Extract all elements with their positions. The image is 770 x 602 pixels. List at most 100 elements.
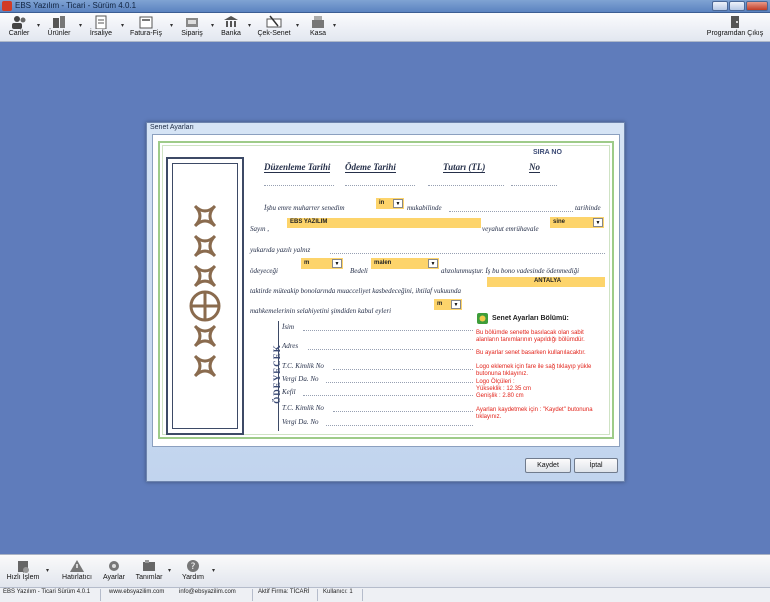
no-field[interactable] bbox=[511, 185, 557, 186]
toolbar-siparis[interactable]: Sipariş bbox=[177, 15, 207, 41]
close-button[interactable] bbox=[746, 1, 768, 11]
chevron-down-icon[interactable]: ▾ bbox=[333, 22, 336, 29]
order-icon bbox=[186, 18, 198, 27]
duzenleme-tarihi-field[interactable] bbox=[264, 185, 334, 186]
line2-prefix: Sayın , bbox=[250, 225, 270, 233]
vergi-da-label: Vergi Da. No bbox=[282, 375, 319, 383]
svg-text:?: ? bbox=[191, 562, 196, 572]
duzenleme-tarihi-header: Düzenleme Tarihi bbox=[264, 162, 331, 173]
toolbar-kasa[interactable]: Kasa bbox=[305, 15, 331, 41]
status-user: Kullanıcı: 1 bbox=[323, 589, 353, 595]
info-text-4a: Logo Ölçüleri : bbox=[476, 379, 515, 385]
status-email[interactable]: info@ebsyazilim.com bbox=[176, 589, 236, 595]
cash-register-icon bbox=[312, 16, 324, 28]
status-version: EBS Yazılım - Ticari Sürüm 4.0.1 bbox=[3, 589, 91, 595]
chevron-down-icon[interactable]: ▾ bbox=[79, 22, 82, 29]
status-bar: EBS Yazılım - Ticari Sürüm 4.0.1 www.ebs… bbox=[0, 587, 770, 602]
chevron-down-icon: ▼ bbox=[428, 259, 438, 268]
chevron-down-icon[interactable]: ▾ bbox=[37, 22, 40, 29]
tc-kimlik-field[interactable] bbox=[333, 369, 473, 370]
company-input[interactable]: EBS YAZILIM bbox=[287, 218, 481, 228]
toolbar-irsaliye[interactable]: İrsaliye bbox=[86, 15, 116, 41]
line4-suffix: ahzolunmuştur. İş bu bono vadesinde öden… bbox=[441, 267, 580, 275]
chevron-down-icon[interactable]: ▾ bbox=[296, 22, 299, 29]
help-icon: ? bbox=[187, 560, 199, 572]
odeyecek-label: ÖDEYECEK bbox=[272, 344, 282, 404]
line6-prefix: mahkemelerinin selahiyetini şimdiden kab… bbox=[250, 307, 392, 315]
bank-icon bbox=[224, 16, 238, 27]
chevron-down-icon: ▼ bbox=[593, 218, 603, 227]
bottom-help[interactable]: ? Yardım bbox=[178, 559, 208, 585]
bottom-settings[interactable]: Ayarlar bbox=[100, 559, 128, 585]
info-text-1: Bu bölümde senette basılacak olan sabit … bbox=[476, 330, 585, 343]
chevron-down-icon[interactable]: ▾ bbox=[248, 22, 251, 29]
toolbar-urunler[interactable]: Ürünler bbox=[44, 15, 74, 41]
info-text-4b: Yükseklik : 12.35 cm bbox=[476, 386, 532, 392]
check-note-icon bbox=[266, 15, 282, 28]
maximize-button[interactable] bbox=[729, 1, 745, 11]
toolbar-cek-senet[interactable]: Çek-Senet bbox=[256, 15, 292, 41]
info-text-3: Logo eklemek için fare ile sağ tıklayıp … bbox=[476, 364, 592, 377]
chevron-down-icon: ▼ bbox=[393, 199, 403, 208]
dialog-title: Senet Ayarları bbox=[150, 124, 194, 131]
status-firm: Aktif Firma: TİCARİ bbox=[258, 589, 310, 595]
malen-select[interactable]: malen ▼ bbox=[371, 258, 439, 269]
save-button[interactable]: Kaydet bbox=[525, 458, 571, 473]
logo-panel[interactable] bbox=[166, 157, 244, 435]
kefil-label: Kefil bbox=[282, 388, 296, 396]
toolbar-fatura-fis[interactable]: Fatura-Fiş bbox=[128, 15, 164, 41]
line1-prefix: İşbu emre muharrer senedim bbox=[264, 204, 345, 212]
no-header: No bbox=[529, 162, 540, 173]
minimize-button[interactable] bbox=[712, 1, 728, 11]
sira-no-label: SIRA NO bbox=[533, 149, 562, 156]
promissory-note-card: SIRA NO Düzenleme Tarihi Ödeme Tarihi Tu… bbox=[152, 134, 620, 447]
kefil-field[interactable] bbox=[303, 395, 473, 396]
adres-label: Adres bbox=[282, 342, 299, 350]
odeme-tarihi-field[interactable] bbox=[345, 185, 415, 186]
city-input[interactable]: ANTALYA bbox=[487, 277, 605, 287]
chevron-down-icon: ▼ bbox=[332, 259, 342, 268]
tutari-field[interactable] bbox=[428, 185, 504, 186]
toolbar-exit[interactable]: Programdan Çıkış bbox=[704, 15, 766, 41]
isim-field[interactable] bbox=[303, 330, 473, 331]
line4-prefix: ödeyeceği bbox=[250, 267, 278, 275]
sine-select[interactable]: sine ▼ bbox=[550, 217, 604, 228]
m-select[interactable]: m ▼ bbox=[301, 258, 343, 269]
adres-field[interactable] bbox=[308, 349, 473, 350]
bottom-definitions[interactable]: Tanımlar bbox=[132, 559, 166, 585]
window-title: EBS Yazılım - Ticari - Sürüm 4.0.1 bbox=[15, 1, 137, 10]
chevron-down-icon[interactable]: ▾ bbox=[168, 567, 171, 574]
vergi-da-field[interactable] bbox=[326, 382, 473, 383]
info-text-2: Bu ayarlar senet basarken kullanılacaktı… bbox=[476, 350, 586, 356]
ornament-logo-icon bbox=[189, 204, 221, 378]
main-toolbar: Cariler ▾ Ürünler ▾ İrsaliye ▾ Fatura-Fi… bbox=[0, 13, 770, 42]
kefil-vergi-da-field[interactable] bbox=[326, 425, 473, 426]
toolbar-cariler[interactable]: Cariler bbox=[4, 15, 34, 41]
bottom-quick-action[interactable]: Hızlı İşlem bbox=[4, 559, 42, 585]
tc-kimlik-label: T.C. Kimlik No bbox=[282, 362, 324, 370]
chevron-down-icon[interactable]: ▾ bbox=[46, 567, 49, 574]
users-icon bbox=[12, 16, 26, 29]
bottom-toolbar: Hızlı İşlem ▾ Hatırlatıcı Ayarlar Tanıml… bbox=[0, 554, 770, 587]
products-icon bbox=[53, 16, 65, 28]
invoice-icon bbox=[139, 16, 153, 29]
exit-door-icon bbox=[731, 16, 739, 28]
title-bar: EBS Yazılım - Ticari - Sürüm 4.0.1 bbox=[0, 0, 770, 13]
bottom-reminder[interactable]: Hatırlatıcı bbox=[58, 559, 96, 585]
info-text-4c: Genişlik : 2.80 cm bbox=[476, 393, 524, 399]
chevron-down-icon[interactable]: ▾ bbox=[121, 22, 124, 29]
line2-mid: veyahut emrühavale bbox=[482, 225, 539, 233]
dispatch-note-icon bbox=[95, 15, 107, 29]
toolbar-banka[interactable]: Banka bbox=[218, 15, 244, 41]
line4-mid: Bedeli bbox=[350, 267, 368, 275]
chevron-down-icon[interactable]: ▾ bbox=[212, 567, 215, 574]
kefil-tc-kimlik-field[interactable] bbox=[333, 411, 473, 412]
chevron-down-icon[interactable]: ▾ bbox=[170, 22, 173, 29]
cancel-button[interactable]: İptal bbox=[574, 458, 618, 473]
chevron-down-icon: ▼ bbox=[451, 300, 461, 309]
chevron-down-icon[interactable]: ▾ bbox=[211, 22, 214, 29]
status-website[interactable]: www.ebsyazilim.com bbox=[106, 589, 164, 595]
info-text-5: Ayarları kaydetmek için : "Kaydet" buton… bbox=[476, 407, 593, 420]
m-select-2[interactable]: m ▼ bbox=[434, 299, 462, 310]
in-select[interactable]: in ▼ bbox=[376, 198, 404, 209]
